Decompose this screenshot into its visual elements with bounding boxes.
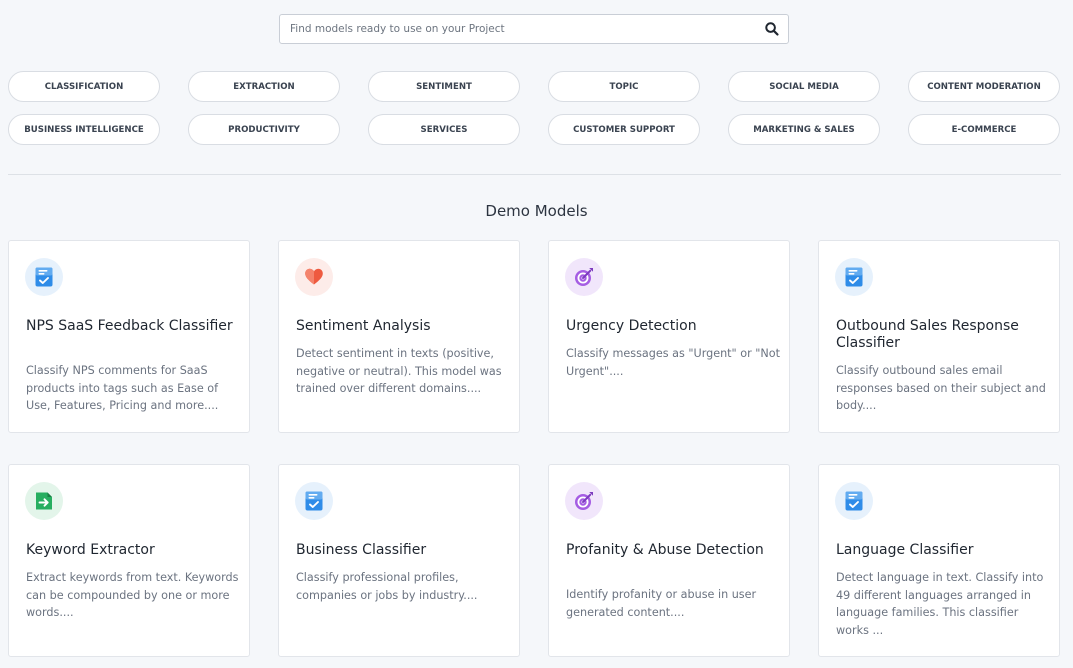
- model-description: Classify messages as "Urgent" or "Not Ur…: [566, 347, 781, 378]
- heart-icon: [295, 258, 333, 296]
- model-title: Business Classifier: [296, 542, 427, 558]
- model-title: Language Classifier: [836, 542, 974, 558]
- model-card-sentiment-analysis[interactable]: Sentiment Analysis Detect sentiment in t…: [278, 240, 520, 433]
- search-input[interactable]: [280, 15, 750, 43]
- search-icon[interactable]: [764, 21, 780, 37]
- category-pill-extraction[interactable]: EXTRACTION: [188, 71, 340, 102]
- category-pill-topic[interactable]: TOPIC: [548, 71, 700, 102]
- target-icon: [565, 258, 603, 296]
- model-description: Classify professional profiles, companie…: [296, 571, 478, 602]
- category-pill-content-moderation[interactable]: CONTENT MODERATION: [908, 71, 1060, 102]
- model-description: Classify NPS comments for SaaS products …: [26, 364, 219, 412]
- category-pill-e-commerce[interactable]: E-COMMERCE: [908, 114, 1060, 145]
- model-title: Sentiment Analysis: [296, 318, 431, 334]
- category-pill-social-media[interactable]: SOCIAL MEDIA: [728, 71, 880, 102]
- model-card-language-classifier[interactable]: Language Classifier Detect language in t…: [818, 464, 1060, 657]
- category-pill-customer-support[interactable]: CUSTOMER SUPPORT: [548, 114, 700, 145]
- model-card-urgency-detection[interactable]: Urgency Detection Classify messages as "…: [548, 240, 790, 433]
- model-card-business-classifier[interactable]: Business Classifier Classify professiona…: [278, 464, 520, 657]
- category-pill-services[interactable]: SERVICES: [368, 114, 520, 145]
- classifier-icon: [835, 258, 873, 296]
- model-title: Urgency Detection: [566, 318, 697, 334]
- target-icon: [565, 482, 603, 520]
- search-bar: [279, 14, 789, 44]
- model-description: Extract keywords from text. Keywords can…: [26, 571, 239, 619]
- category-pill-sentiment[interactable]: SENTIMENT: [368, 71, 520, 102]
- category-pill-marketing-sales[interactable]: MARKETING & SALES: [728, 114, 880, 145]
- model-title: Profanity & Abuse Detection: [566, 542, 764, 558]
- section-title: Demo Models: [485, 202, 588, 220]
- model-title: Keyword Extractor: [26, 542, 155, 558]
- model-title: Outbound Sales Response Classifier: [836, 318, 1019, 351]
- classifier-icon: [295, 482, 333, 520]
- classifier-icon: [835, 482, 873, 520]
- extractor-icon: [25, 482, 63, 520]
- category-pill-business-intelligence[interactable]: BUSINESS INTELLIGENCE: [8, 114, 160, 145]
- model-description: Identify profanity or abuse in user gene…: [566, 588, 757, 619]
- model-card-nps-saas-feedback-classifier[interactable]: NPS SaaS Feedback Classifier Classify NP…: [8, 240, 250, 433]
- section-divider: [8, 174, 1061, 175]
- model-description: Classify outbound sales email responses …: [836, 364, 1046, 412]
- model-card-keyword-extractor[interactable]: Keyword Extractor Extract keywords from …: [8, 464, 250, 657]
- category-pill-productivity[interactable]: PRODUCTIVITY: [188, 114, 340, 145]
- model-description: Detect language in text. Classify into 4…: [836, 571, 1044, 637]
- model-card-profanity-abuse-detection[interactable]: Profanity & Abuse Detection Identify pro…: [548, 464, 790, 657]
- model-description: Detect sentiment in texts (positive, neg…: [296, 347, 502, 395]
- model-card-outbound-sales-response-classifier[interactable]: Outbound Sales Response Classifier Class…: [818, 240, 1060, 433]
- model-title: NPS SaaS Feedback Classifier: [26, 318, 233, 334]
- category-pill-classification[interactable]: CLASSIFICATION: [8, 71, 160, 102]
- classifier-icon: [25, 258, 63, 296]
